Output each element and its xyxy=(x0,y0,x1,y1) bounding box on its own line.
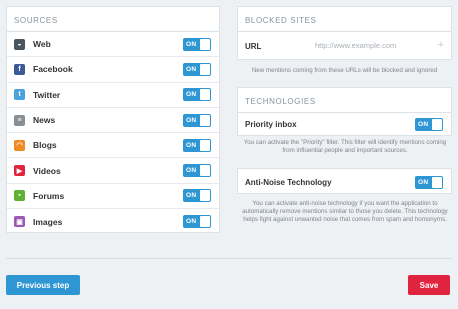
toggle-knob xyxy=(200,63,210,75)
toggle-state: ON xyxy=(186,91,197,99)
source-label: Forums xyxy=(33,190,65,201)
url-label: URL xyxy=(245,41,262,51)
anti-noise-toggle[interactable]: ON xyxy=(415,175,443,189)
source-row-videos: ▶ Videos ON xyxy=(7,158,219,184)
source-label: News xyxy=(33,115,56,126)
toggle-state: ON xyxy=(418,121,429,128)
source-row-web: ◒ Web ON xyxy=(7,32,219,58)
images-icon: ▣ xyxy=(14,216,25,228)
toggle-knob xyxy=(200,216,210,228)
toggle-knob xyxy=(200,114,210,126)
blocked-sites-heading: BLOCKED SITES xyxy=(238,7,451,32)
toggle-state: ON xyxy=(418,178,429,186)
images-toggle[interactable]: ON xyxy=(183,215,211,229)
source-row-blogs: ◠ Blogs ON xyxy=(7,133,219,159)
anti-noise-label: Anti-Noise Technology xyxy=(245,177,332,187)
news-icon: ≡ xyxy=(14,114,25,126)
anti-noise-help: You can activate anti-noise technology i… xyxy=(242,200,448,224)
sources-panel: SOURCES ◒ Web ON f Facebook ON t Twitter… xyxy=(6,6,220,233)
source-label: Images xyxy=(33,216,63,227)
url-row: URL + xyxy=(238,32,451,60)
facebook-icon: f xyxy=(14,63,25,75)
source-label: Blogs xyxy=(33,140,57,151)
source-row-forums: ▪ Forums ON xyxy=(7,184,219,210)
blogs-icon: ◠ xyxy=(14,139,25,151)
web-icon: ◒ xyxy=(14,38,25,50)
toggle-knob xyxy=(200,190,210,202)
toggle-state: ON xyxy=(186,167,197,175)
forums-icon: ▪ xyxy=(14,190,25,202)
source-row-images: ▣ Images ON xyxy=(7,209,219,234)
technologies-panel: TECHNOLOGIES Priority inbox ON xyxy=(237,87,452,136)
priority-inbox-toggle[interactable]: ON xyxy=(415,118,443,131)
toggle-state: ON xyxy=(186,116,197,124)
footer-divider xyxy=(6,258,452,259)
sources-heading: SOURCES xyxy=(7,7,219,32)
source-label: Facebook xyxy=(33,64,73,75)
toggle-knob xyxy=(200,139,210,151)
videos-toggle[interactable]: ON xyxy=(183,164,211,178)
web-toggle[interactable]: ON xyxy=(183,37,211,51)
previous-step-button[interactable]: Previous step xyxy=(6,275,80,295)
sources-list: ◒ Web ON f Facebook ON t Twitter ON ≡ Ne… xyxy=(7,32,219,234)
twitter-icon: t xyxy=(14,89,25,101)
source-row-facebook: f Facebook ON xyxy=(7,57,219,83)
url-input[interactable] xyxy=(315,41,435,50)
toggle-knob xyxy=(200,89,210,101)
anti-noise-panel: Anti-Noise Technology ON xyxy=(237,168,452,194)
toggle-state: ON xyxy=(186,65,197,73)
source-row-twitter: t Twitter ON xyxy=(7,83,219,108)
toggle-knob xyxy=(200,38,210,50)
toggle-state: ON xyxy=(186,218,197,226)
blogs-toggle[interactable]: ON xyxy=(183,138,211,152)
videos-icon: ▶ xyxy=(14,165,25,177)
source-label: Web xyxy=(33,39,51,50)
facebook-toggle[interactable]: ON xyxy=(183,62,211,76)
toggle-state: ON xyxy=(186,141,197,149)
priority-inbox-row: Priority inbox ON xyxy=(238,113,451,136)
add-url-icon[interactable]: + xyxy=(438,39,444,51)
forums-toggle[interactable]: ON xyxy=(183,189,211,203)
news-toggle[interactable]: ON xyxy=(183,113,211,127)
source-label: Twitter xyxy=(33,89,61,100)
source-label: Videos xyxy=(33,165,61,176)
toggle-knob xyxy=(432,176,442,188)
technologies-heading: TECHNOLOGIES xyxy=(238,88,451,113)
twitter-toggle[interactable]: ON xyxy=(183,88,211,102)
blocked-sites-help: New mentions coming from these URLs will… xyxy=(251,67,438,74)
toggle-state: ON xyxy=(186,192,197,200)
source-row-news: ≡ News ON xyxy=(7,108,219,134)
priority-inbox-help: You can activate the "Priority" filter. … xyxy=(243,139,447,155)
priority-inbox-label: Priority inbox xyxy=(245,120,297,129)
save-button[interactable]: Save xyxy=(408,275,450,295)
blocked-sites-panel: BLOCKED SITES URL + xyxy=(237,6,452,60)
anti-noise-row: Anti-Noise Technology ON xyxy=(238,169,451,195)
toggle-state: ON xyxy=(186,40,197,48)
toggle-knob xyxy=(432,119,442,130)
toggle-knob xyxy=(200,165,210,177)
